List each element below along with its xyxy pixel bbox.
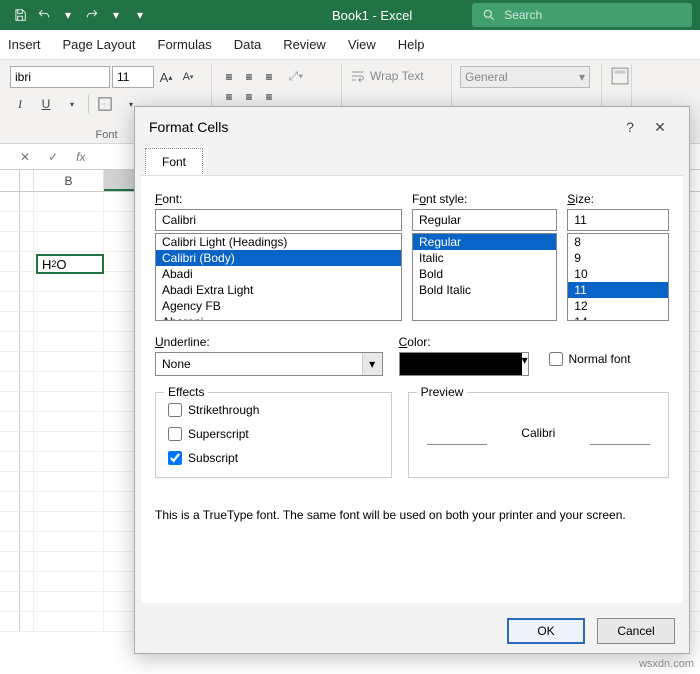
- undo-icon[interactable]: [32, 3, 56, 27]
- titlebar: ▾ ▾ ▾ Book1 - Excel Search: [0, 0, 700, 30]
- list-item[interactable]: Calibri Light (Headings): [156, 234, 401, 250]
- list-item[interactable]: 11: [568, 282, 668, 298]
- italic-icon[interactable]: I: [10, 94, 30, 114]
- redo-icon[interactable]: [80, 3, 104, 27]
- size-listbox[interactable]: 8910111214: [567, 233, 669, 321]
- cancel-icon[interactable]: ✕: [20, 150, 30, 164]
- cond-format-icon[interactable]: [610, 66, 630, 86]
- active-cell[interactable]: H2O: [36, 254, 104, 274]
- border-icon[interactable]: [95, 94, 115, 114]
- list-item[interactable]: 9: [568, 250, 668, 266]
- ok-button[interactable]: OK: [507, 618, 585, 644]
- list-item[interactable]: 10: [568, 266, 668, 282]
- dialog-title: Format Cells: [149, 119, 228, 135]
- grow-font-icon[interactable]: A▴: [156, 67, 176, 87]
- orientation-icon[interactable]: ⤢▾: [286, 66, 306, 86]
- list-item[interactable]: Agency FB: [156, 298, 401, 314]
- enter-icon[interactable]: ✓: [48, 150, 58, 164]
- list-item[interactable]: Calibri (Body): [156, 250, 401, 266]
- subscript-checkbox[interactable]: [168, 451, 182, 465]
- font-style-input[interactable]: [412, 209, 557, 231]
- tab-review[interactable]: Review: [283, 37, 326, 52]
- dropdown-icon[interactable]: ▾: [104, 3, 128, 27]
- watermark: wsxdn.com: [639, 658, 694, 670]
- label-super: Superscript: [188, 427, 249, 441]
- chevron-down-icon[interactable]: ▾: [362, 353, 382, 375]
- list-item[interactable]: Bold: [413, 266, 556, 282]
- ribbon-tabs: Insert Page Layout Formulas Data Review …: [0, 30, 700, 60]
- wrap-text-button[interactable]: Wrap Text: [350, 68, 443, 84]
- underline-select[interactable]: None ▾: [155, 352, 383, 376]
- preview-area: Calibri: [421, 403, 656, 463]
- normal-font-checkbox[interactable]: [549, 352, 563, 366]
- label-underline: Underline:: [155, 335, 383, 349]
- label-effects: Effects: [164, 385, 208, 399]
- list-item[interactable]: Aharoni: [156, 314, 401, 321]
- alignment-grid[interactable]: ≡≡≡≡≡≡: [220, 68, 278, 106]
- list-item[interactable]: Abadi: [156, 266, 401, 282]
- underline-icon[interactable]: U: [36, 94, 56, 114]
- label-color: Color:: [399, 335, 533, 349]
- search-input[interactable]: Search: [472, 3, 692, 27]
- tab-formulas[interactable]: Formulas: [158, 37, 212, 52]
- superscript-checkbox[interactable]: [168, 427, 182, 441]
- qat-customize-icon[interactable]: ▾: [128, 3, 152, 27]
- tab-help[interactable]: Help: [398, 37, 425, 52]
- tab-view[interactable]: View: [348, 37, 376, 52]
- help-icon[interactable]: ?: [615, 119, 645, 135]
- label-strike: Strikethrough: [188, 403, 259, 417]
- dropdown-icon[interactable]: ▾: [56, 3, 80, 27]
- tab-insert[interactable]: Insert: [8, 37, 41, 52]
- font-note: This is a TrueType font. The same font w…: [155, 508, 669, 522]
- label-preview: Preview: [417, 385, 468, 399]
- list-item[interactable]: 8: [568, 234, 668, 250]
- strikethrough-checkbox[interactable]: [168, 403, 182, 417]
- label-size: Size:: [567, 192, 669, 206]
- font-listbox[interactable]: Calibri Light (Headings)Calibri (Body)Ab…: [155, 233, 402, 321]
- search-placeholder: Search: [504, 8, 542, 22]
- tab-data[interactable]: Data: [234, 37, 261, 52]
- list-item[interactable]: Bold Italic: [413, 282, 556, 298]
- font-input[interactable]: [155, 209, 402, 231]
- font-name-select[interactable]: [10, 66, 110, 88]
- label-normal-font: Normal font: [569, 352, 631, 366]
- font-size-select[interactable]: [112, 66, 154, 88]
- list-item[interactable]: 14: [568, 314, 668, 321]
- shrink-font-icon[interactable]: A▾: [178, 67, 198, 87]
- list-item[interactable]: Italic: [413, 250, 556, 266]
- list-item[interactable]: Regular: [413, 234, 556, 250]
- tab-page-layout[interactable]: Page Layout: [63, 37, 136, 52]
- fx-icon[interactable]: fx: [76, 150, 85, 164]
- list-item[interactable]: 12: [568, 298, 668, 314]
- document-title: Book1 - Excel: [332, 8, 412, 23]
- col-header[interactable]: B: [34, 170, 104, 191]
- close-icon[interactable]: ✕: [645, 119, 675, 136]
- dropdown-icon[interactable]: ▾: [62, 94, 82, 114]
- font-style-listbox[interactable]: RegularItalicBoldBold Italic: [412, 233, 557, 321]
- color-select[interactable]: ▾: [399, 352, 529, 376]
- format-cells-dialog: Format Cells ? ✕ Font Font: Calibri Ligh…: [134, 106, 690, 654]
- label-font: Font:: [155, 192, 402, 206]
- list-item[interactable]: Abadi Extra Light: [156, 282, 401, 298]
- chevron-down-icon[interactable]: ▾: [522, 353, 528, 375]
- size-input[interactable]: [567, 209, 669, 231]
- number-format-select[interactable]: General▾: [460, 66, 590, 88]
- label-sub: Subscript: [188, 451, 238, 465]
- tab-font[interactable]: Font: [145, 148, 203, 176]
- cancel-button[interactable]: Cancel: [597, 618, 675, 644]
- label-font-style: Font style:: [412, 192, 557, 206]
- save-icon[interactable]: [8, 3, 32, 27]
- color-swatch: [400, 353, 522, 375]
